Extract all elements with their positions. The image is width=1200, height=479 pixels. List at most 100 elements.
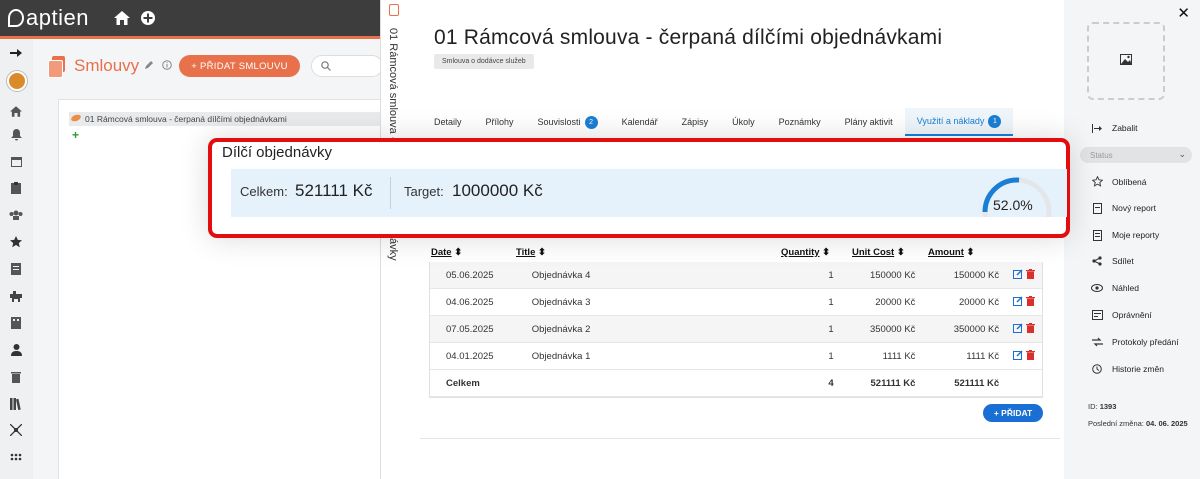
home-icon[interactable] bbox=[111, 7, 133, 29]
sidebar-action-7[interactable]: Historie změn bbox=[1090, 364, 1164, 374]
edit-icon[interactable] bbox=[1012, 350, 1023, 363]
person-icon[interactable] bbox=[8, 342, 24, 358]
contract-type-badge: Smlouva o dodávce služeb bbox=[434, 54, 534, 69]
share-icon bbox=[1090, 256, 1104, 266]
search-input[interactable] bbox=[311, 55, 383, 77]
collapse-button[interactable]: Zabalit bbox=[1090, 123, 1138, 133]
cell-title: Objednávka 2 bbox=[531, 323, 591, 335]
avatar[interactable] bbox=[7, 71, 27, 91]
target-value: 1000000 Kč bbox=[452, 181, 543, 200]
col-title[interactable]: Title ⬍ bbox=[516, 247, 780, 258]
tab-0[interactable]: Detaily bbox=[422, 108, 474, 136]
chevron-down-icon: ⌄ bbox=[1178, 149, 1186, 159]
users-icon[interactable] bbox=[8, 207, 24, 223]
tab-3[interactable]: Kalendář bbox=[610, 108, 670, 136]
close-icon[interactable]: ✕ bbox=[1177, 4, 1190, 22]
orders-table: Date ⬍ Title ⬍ Quantity ⬍ Unit Cost ⬍ Am… bbox=[429, 242, 1043, 398]
tab-8[interactable]: Využití a náklady 1 bbox=[904, 108, 1014, 136]
page-title: 01 Rámcová smlouva - čerpaná dílčími obj… bbox=[434, 26, 943, 49]
logo-text: aptien bbox=[26, 5, 89, 30]
collapsed-detail-strip[interactable]: 01 Rámcová smlouva - če ávky bbox=[380, 0, 406, 479]
dog-icon[interactable] bbox=[8, 288, 24, 304]
tab-label: Úkoly bbox=[732, 117, 755, 127]
table-row[interactable]: 04.01.2025 Objednávka 1 1 1111 Kč 1111 Kč bbox=[430, 343, 1042, 370]
divider bbox=[420, 438, 1060, 439]
delete-icon[interactable] bbox=[1025, 349, 1035, 363]
edit-icon[interactable] bbox=[1012, 296, 1023, 309]
building-icon[interactable] bbox=[8, 315, 24, 331]
clipboard-icon[interactable] bbox=[8, 180, 24, 196]
col-unit-cost[interactable]: Unit Cost ⬍ bbox=[840, 247, 922, 258]
delete-icon[interactable] bbox=[1025, 268, 1035, 282]
calendar-icon[interactable] bbox=[8, 153, 24, 169]
tab-2[interactable]: Souvislosti 2 bbox=[526, 108, 610, 136]
trash-rail-icon[interactable] bbox=[8, 369, 24, 385]
contract-tag-icon bbox=[71, 114, 81, 124]
image-icon bbox=[1120, 54, 1132, 68]
summary-bar: Celkem: 521111 Kč Target: 1000000 Kč 52.… bbox=[231, 169, 1067, 217]
cell-unit-cost: 350000 Kč bbox=[869, 323, 916, 335]
collapse-label: Zabalit bbox=[1112, 123, 1138, 133]
right-sidebar: ✕ Zabalit Status ⌄ Oblíbená Nový report Mo… bbox=[1064, 0, 1200, 479]
search-icon bbox=[321, 61, 331, 74]
add-child-icon[interactable]: + bbox=[72, 128, 79, 142]
edit-icon[interactable] bbox=[1012, 323, 1023, 336]
tree-item[interactable]: 01 Rámcová smlouva - čerpaná dílčími obj… bbox=[69, 112, 381, 126]
books-icon[interactable] bbox=[8, 396, 24, 412]
sidebar-action-1[interactable]: Nový report bbox=[1090, 202, 1156, 214]
col-date[interactable]: Date ⬍ bbox=[429, 247, 516, 258]
add-order-button[interactable]: + PŘIDAT bbox=[983, 404, 1043, 422]
add-circle-icon[interactable] bbox=[137, 7, 159, 29]
network-icon[interactable] bbox=[8, 422, 24, 438]
tab-7[interactable]: Plány aktivit bbox=[833, 108, 905, 136]
cell-amount: 1111 Kč bbox=[966, 350, 1000, 362]
bell-icon[interactable] bbox=[8, 127, 24, 143]
icon-rail bbox=[0, 39, 33, 479]
table-row[interactable]: 07.05.2025 Objednávka 2 1 350000 Kč 350000 K… bbox=[430, 316, 1042, 343]
image-upload-box[interactable] bbox=[1087, 22, 1165, 100]
sidebar-action-5[interactable]: Oprávnění bbox=[1090, 310, 1152, 320]
tab-6[interactable]: Poznámky bbox=[767, 108, 833, 136]
col-amount[interactable]: Amount ⬍ bbox=[922, 247, 1006, 258]
logout-icon[interactable] bbox=[8, 45, 24, 61]
sidebar-action-3[interactable]: Sdílet bbox=[1090, 256, 1134, 266]
sidebar-action-2[interactable]: Moje reporty bbox=[1090, 229, 1159, 241]
table-total-row: Celkem 4 521111 Kč 521111 Kč bbox=[430, 370, 1042, 397]
delete-icon[interactable] bbox=[1025, 295, 1035, 309]
cell-quantity: 1 bbox=[828, 323, 834, 335]
tab-4[interactable]: Zápisy bbox=[670, 108, 721, 136]
app-logo[interactable]: aptien bbox=[8, 5, 89, 31]
history-icon bbox=[1090, 363, 1104, 374]
tab-label: Přílohy bbox=[485, 117, 514, 127]
sidebar-action-label: Nový report bbox=[1112, 203, 1156, 214]
sidebar-action-0[interactable]: Oblíbená bbox=[1090, 176, 1147, 187]
delete-icon[interactable] bbox=[1025, 322, 1035, 336]
detail-content: 01 Rámcová smlouva - čerpaná dílčími obj… bbox=[406, 0, 1064, 479]
table-row[interactable]: 05.06.2025 Objednávka 4 1 150000 Kč 150000 K… bbox=[430, 262, 1042, 289]
tab-label: Kalendář bbox=[621, 117, 658, 127]
add-contract-button[interactable]: + PŘIDAT SMLOUVU bbox=[179, 55, 300, 77]
status-placeholder: Status bbox=[1090, 150, 1113, 160]
list-header: Smlouvy bbox=[48, 56, 172, 78]
edit-pencil-icon[interactable] bbox=[145, 60, 154, 72]
tab-1[interactable]: Přílohy bbox=[474, 108, 526, 136]
cell-title: Objednávka 3 bbox=[531, 296, 591, 308]
document-icon[interactable] bbox=[8, 261, 24, 277]
table-row[interactable]: 04.06.2025 Objednávka 3 1 20000 Kč 20000 Kč bbox=[430, 289, 1042, 316]
sidebar-action-6[interactable]: Protokoly předání bbox=[1090, 337, 1179, 347]
last-change: Poslední změna: 04. 06. 2025 bbox=[1088, 419, 1188, 428]
star-icon[interactable] bbox=[8, 234, 24, 250]
table-body: 05.06.2025 Objednávka 4 1 150000 Kč 150000 K… bbox=[429, 262, 1043, 398]
status-select[interactable]: Status ⌄ bbox=[1080, 147, 1192, 163]
home-rail-icon[interactable] bbox=[8, 103, 24, 119]
grid-icon[interactable] bbox=[8, 449, 24, 465]
col-quantity[interactable]: Quantity ⬍ bbox=[780, 247, 840, 258]
table-header: Date ⬍ Title ⬍ Quantity ⬍ Unit Cost ⬍ Am… bbox=[429, 242, 1043, 262]
cell-amount: 20000 Kč bbox=[958, 296, 1000, 308]
edit-icon[interactable] bbox=[1012, 269, 1023, 282]
tab-5[interactable]: Úkoly bbox=[720, 108, 767, 136]
info-icon[interactable] bbox=[162, 59, 172, 73]
report-new-icon bbox=[1090, 202, 1104, 214]
sidebar-action-4[interactable]: Náhled bbox=[1090, 283, 1139, 293]
sidebar-action-label: Protokoly předání bbox=[1112, 336, 1179, 347]
